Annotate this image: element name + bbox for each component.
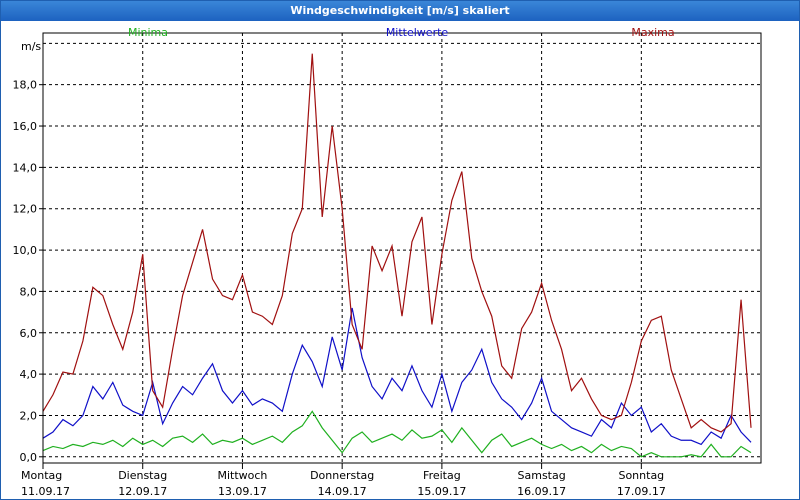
x-tick-label-weekday: Samstag	[518, 469, 566, 482]
x-tick-label-date: 15.09.17	[417, 485, 466, 498]
chart-window: Windgeschwindigkeit [m/s] skaliert 0,0 2,…	[0, 0, 800, 500]
y-tick-label: 14,0	[13, 161, 38, 174]
x-tick-label-weekday: Freitag	[423, 469, 461, 482]
window-title: Windgeschwindigkeit [m/s] skaliert	[1, 1, 799, 21]
x-tick-label-weekday: Mittwoch	[217, 469, 267, 482]
y-tick-label: 16,0	[13, 120, 38, 133]
y-tick-label: 0,0	[20, 451, 38, 464]
y-tick-label: 10,0	[13, 244, 38, 257]
x-tick-label-date: 16.09.17	[517, 485, 566, 498]
legend-maxima: Maxima	[631, 26, 674, 39]
x-tick-label-weekday: Sonntag	[618, 469, 664, 482]
x-tick-label-date: 13.09.17	[218, 485, 267, 498]
x-tick-label-weekday: Donnerstag	[310, 469, 374, 482]
y-tick-label: 2,0	[20, 409, 38, 422]
x-tick-label-date: 14.09.17	[318, 485, 367, 498]
y-tick-label: 6,0	[20, 327, 38, 340]
plot-frame	[42, 32, 762, 464]
y-axis-label: m/s	[21, 40, 41, 53]
x-tick-label-date: 17.09.17	[617, 485, 666, 498]
series-line-minima	[42, 410, 752, 458]
legend-mittelwerte: Mittelwerte	[386, 26, 449, 39]
x-tick-label-weekday: Dienstag	[118, 469, 167, 482]
series-line-mittelwerte	[42, 307, 752, 446]
series-line-maxima	[42, 53, 752, 433]
y-tick-label: 8,0	[20, 285, 38, 298]
x-tick-label-weekday: Montag	[21, 469, 62, 482]
x-tick-label-date: 11.09.17	[21, 485, 70, 498]
y-tick-label: 4,0	[20, 368, 38, 381]
chart-svg: 0,0 2,0 4,0 6,0 8,0 10,0 12,0 14,0 16,0 18,0 Monta…	[13, 26, 762, 498]
y-tick-label: 12,0	[13, 203, 38, 216]
x-tick-label-date: 12.09.17	[118, 485, 167, 498]
legend-minima: Minima	[128, 26, 168, 39]
y-tick-label: 18,0	[13, 79, 38, 92]
